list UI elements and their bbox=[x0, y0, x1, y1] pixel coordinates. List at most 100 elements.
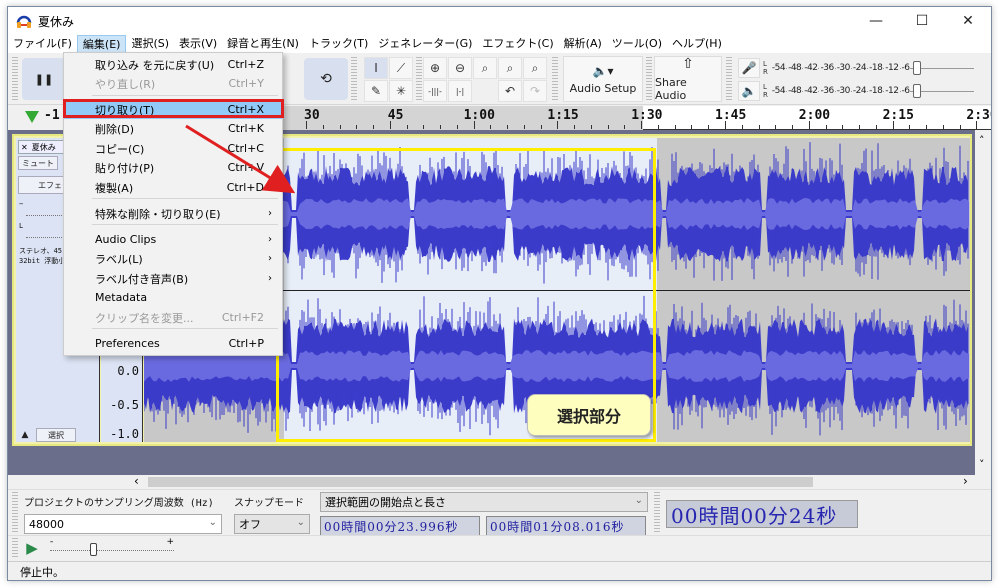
draw-tool[interactable]: ✎ bbox=[364, 80, 388, 102]
menu-0[interactable]: ファイル(F) bbox=[8, 35, 77, 53]
ruler-tick bbox=[607, 125, 609, 129]
toolbar-grip[interactable] bbox=[726, 57, 732, 101]
edit-menu-item[interactable]: 削除(D) Ctrl+K bbox=[64, 119, 282, 138]
speed-slider-knob[interactable] bbox=[90, 543, 97, 556]
horizontal-scrollbar[interactable]: ‹ › bbox=[8, 474, 991, 489]
toolbar-grip[interactable] bbox=[552, 57, 558, 101]
edit-menu-item[interactable]: クリップ名を変更... Ctrl+F2 bbox=[64, 308, 282, 327]
undo-button[interactable]: ↶ bbox=[498, 80, 522, 102]
silence-button[interactable]: |-| bbox=[448, 80, 472, 102]
edit-menu-item[interactable]: Preferences Ctrl+P bbox=[64, 334, 282, 353]
menu-7[interactable]: エフェクト(C) bbox=[477, 35, 558, 53]
edit-menu-item[interactable]: Metadata bbox=[64, 288, 282, 307]
menu-item-label: Metadata bbox=[95, 291, 148, 304]
maximize-button[interactable]: ☐ bbox=[899, 7, 945, 35]
selection-mode-select[interactable]: 選択範囲の開始点と長さ ⌄ bbox=[320, 492, 648, 512]
edit-menu-item[interactable]: 貼り付け(P) Ctrl+V bbox=[64, 158, 282, 177]
toolbar-grip[interactable] bbox=[12, 538, 18, 558]
menu-8[interactable]: 解析(A) bbox=[559, 35, 607, 53]
horizontal-scroll-thumb[interactable] bbox=[148, 477, 813, 487]
toolbar-grip[interactable] bbox=[351, 57, 357, 101]
scroll-right-icon[interactable]: › bbox=[963, 474, 968, 488]
mute-button[interactable]: ミュート bbox=[18, 156, 58, 170]
edit-menu-item[interactable]: ラベル付き音声(B) › bbox=[64, 269, 282, 288]
edit-menu-item[interactable]: Audio Clips › bbox=[64, 230, 282, 249]
menu-3[interactable]: 表示(V) bbox=[174, 35, 222, 53]
edit-menu-item[interactable]: やり直し(R) Ctrl+Y bbox=[64, 74, 282, 93]
edit-menu-item[interactable]: ラベル(L) › bbox=[64, 249, 282, 268]
sample-rate-select[interactable]: 48000 ⌄ bbox=[24, 514, 222, 534]
selection-callout: 選択部分 bbox=[527, 394, 651, 436]
meter-scale-label: -48 bbox=[787, 63, 803, 73]
audio-position-display[interactable]: 00時間00分24秒 bbox=[666, 500, 858, 528]
meter-gain-knob[interactable] bbox=[913, 84, 922, 98]
ruler-tick bbox=[490, 125, 492, 129]
close-button[interactable]: ✕ bbox=[945, 7, 991, 35]
menu-10[interactable]: ヘルプ(H) bbox=[667, 35, 727, 53]
selection-start-time[interactable]: 00時間00分23.996秒 bbox=[320, 516, 480, 536]
fit-selection-button[interactable]: ⌕ bbox=[473, 57, 497, 79]
toolbar-grip[interactable] bbox=[12, 57, 18, 101]
selection-length-time[interactable]: 00時間01分08.016秒 bbox=[486, 516, 646, 536]
play-at-speed-button[interactable]: ▶ bbox=[20, 538, 44, 558]
fit-project-button[interactable]: ⌕ bbox=[498, 57, 522, 79]
playback-meter[interactable]: 🔈 LR -54 -48 -42 -36 -30 -24 -18 -12 -6 bbox=[738, 80, 988, 102]
snap-mode-select[interactable]: オフ ⌄ bbox=[234, 514, 310, 534]
redo-button[interactable]: ↷ bbox=[523, 80, 547, 102]
chevron-right-icon: › bbox=[268, 234, 272, 245]
edit-menu-item[interactable]: 特殊な削除・切り取り(E) › bbox=[64, 204, 282, 223]
toolbar-grip[interactable] bbox=[416, 57, 422, 101]
microphone-icon[interactable]: 🎤 bbox=[738, 58, 760, 78]
menu-separator bbox=[92, 198, 278, 199]
pan-slider[interactable] bbox=[26, 226, 71, 241]
audio-setup-button[interactable]: 🔈▾ Audio Setup bbox=[563, 56, 643, 102]
trim-button[interactable]: -|||- bbox=[423, 80, 447, 102]
track-select-button[interactable]: 選択 bbox=[36, 428, 76, 442]
ruler-tick-label: 2:30 bbox=[966, 108, 991, 123]
meter-scale-label: -30 bbox=[835, 63, 851, 73]
menu-6[interactable]: ジェネレーター(G) bbox=[373, 35, 477, 53]
chevron-down-icon: ⌄ bbox=[296, 517, 305, 528]
menu-5[interactable]: トラック(T) bbox=[304, 35, 373, 53]
gain-slider[interactable] bbox=[26, 204, 71, 219]
vertical-scrollbar[interactable]: ˄ ˅ bbox=[975, 130, 991, 475]
ruler-tick bbox=[959, 125, 961, 129]
play-head-icon[interactable] bbox=[25, 111, 39, 123]
toolbar-grip[interactable] bbox=[654, 492, 660, 532]
scroll-left-icon[interactable]: ‹ bbox=[134, 474, 139, 488]
zoom-in-button[interactable]: ⊕ bbox=[423, 57, 447, 79]
scroll-up-icon[interactable]: ˄ bbox=[979, 134, 985, 147]
edit-menu-dropdown: 取り込み を元に戻す(U) Ctrl+Z やり直し(R) Ctrl+Y 切り取り(T) C… bbox=[63, 52, 283, 356]
ruler-tick bbox=[775, 125, 777, 129]
status-text: 停止中。 bbox=[20, 566, 64, 579]
toolbar-grip[interactable] bbox=[646, 57, 652, 101]
pause-button[interactable]: ❚❚ bbox=[22, 58, 66, 100]
menu-item-shortcut: Ctrl+P bbox=[228, 337, 264, 350]
record-meter[interactable]: 🎤 LR -54 -48 -42 -36 -30 -24 -18 -12 -6 bbox=[738, 57, 988, 79]
meter-scale-label: -6 bbox=[900, 86, 911, 96]
selection-tool[interactable]: I bbox=[364, 57, 388, 79]
speaker-icon[interactable]: 🔈 bbox=[738, 81, 760, 101]
menu-9[interactable]: ツール(O) bbox=[607, 35, 667, 53]
track-name[interactable]: 夏休み bbox=[32, 142, 56, 153]
loop-button[interactable]: ⟲ bbox=[304, 58, 348, 100]
edit-menu-item[interactable]: 複製(A) Ctrl+D bbox=[64, 178, 282, 197]
toolbar-grip[interactable] bbox=[12, 492, 18, 532]
collapse-track-button[interactable]: ▲ bbox=[18, 428, 32, 442]
menu-1[interactable]: 編集(E) bbox=[76, 35, 127, 53]
scroll-down-icon[interactable]: ˅ bbox=[979, 458, 985, 471]
minimize-button[interactable]: — bbox=[853, 7, 899, 35]
edit-menu-item[interactable]: コピー(C) Ctrl+C bbox=[64, 139, 282, 158]
menu-item-shortcut: Ctrl+C bbox=[227, 142, 264, 155]
zoom-out-button[interactable]: ⊖ bbox=[448, 57, 472, 79]
envelope-tool[interactable]: ⟋ bbox=[389, 57, 413, 79]
menu-2[interactable]: 選択(S) bbox=[126, 35, 174, 53]
track-close-button[interactable]: ✕ bbox=[21, 143, 28, 152]
speed-slider[interactable]: - + bbox=[48, 537, 176, 556]
multi-tool[interactable]: ✳ bbox=[389, 80, 413, 102]
edit-menu-item[interactable]: 取り込み を元に戻す(U) Ctrl+Z bbox=[64, 55, 282, 74]
menu-4[interactable]: 録音と再生(N) bbox=[222, 35, 304, 53]
zoom-toggle-button[interactable]: ⌕ bbox=[523, 57, 547, 79]
meter-gain-knob[interactable] bbox=[913, 61, 922, 75]
share-audio-button[interactable]: ⇧ Share Audio bbox=[654, 56, 722, 102]
